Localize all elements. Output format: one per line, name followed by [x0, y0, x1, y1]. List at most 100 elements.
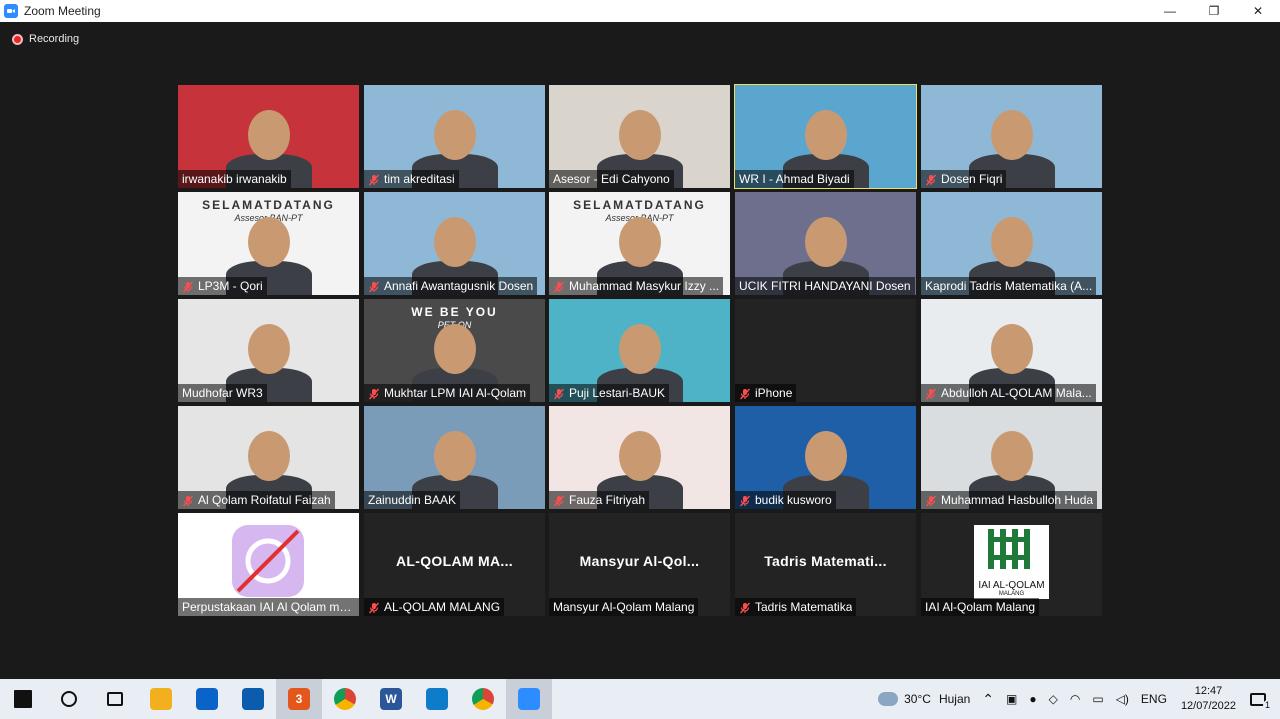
word-icon[interactable]: W — [368, 679, 414, 719]
participant-name-label: iPhone — [735, 384, 797, 402]
close-button[interactable]: ✕ — [1236, 0, 1280, 22]
file-explorer-icon[interactable] — [138, 679, 184, 719]
participant-name-label: Tadris Matematika — [735, 598, 857, 616]
chrome-profile-icon[interactable] — [460, 679, 506, 719]
participant-tile[interactable]: UCIK FITRI HANDAYANI Dosen — [735, 192, 916, 295]
participant-name-label: Zainuddin BAAK — [364, 491, 461, 509]
weather-widget[interactable]: 30°C Hujan — [878, 692, 970, 706]
camera-off-avatar-icon — [232, 525, 304, 597]
participant-head — [990, 110, 1033, 160]
clock-date: 12/07/2022 — [1180, 700, 1236, 712]
participant-tile[interactable]: Al Qolam Roifatul Faizah — [178, 406, 359, 509]
minimize-button[interactable]: — — [1148, 0, 1192, 22]
participant-tile[interactable]: AL-QOLAM MA... AL-QOLAM MALANG — [364, 513, 545, 616]
participant-tile[interactable]: budik kusworo — [735, 406, 916, 509]
notification-center-icon[interactable]: 1 — [1250, 692, 1272, 710]
task-view-icon[interactable] — [92, 679, 138, 719]
virtual-background-banner: WE BE YOU — [411, 305, 498, 319]
participant-tile[interactable]: Annafi Awantagusnik Dosen — [364, 192, 545, 295]
store-icon[interactable] — [230, 679, 276, 719]
participant-name-label: Fauza Fitriyah — [549, 491, 650, 509]
mail-icon-glyph — [196, 688, 218, 710]
participant-tile[interactable]: irwanakib irwanakib — [178, 85, 359, 188]
participant-name: Tadris Matematika — [755, 600, 853, 614]
file-explorer-icon-glyph — [150, 688, 172, 710]
telegram-icon-glyph: 3 — [288, 688, 310, 710]
participant-name: Al Qolam Roifatul Faizah — [198, 493, 331, 507]
participant-name: Annafi Awantagusnik Dosen — [384, 279, 534, 293]
participant-name: Dosen Fiqri — [941, 172, 1003, 186]
participant-tile[interactable]: SELAMATDATANG Assesor BAN-PT Muhammad Masy… — [549, 192, 730, 295]
language-indicator[interactable]: ENG — [1141, 692, 1167, 706]
participant-tile[interactable]: Puji Lestari-BAUK — [549, 299, 730, 402]
windows-start-icon[interactable] — [0, 679, 46, 719]
participant-name: Asesor - Edi Cahyono — [553, 172, 670, 186]
participant-tile[interactable]: SELAMATDATANG Assesor BAN-PT LP3M - Qori — [178, 192, 359, 295]
participant-head — [433, 431, 476, 481]
participant-tile[interactable]: Zainuddin BAAK — [364, 406, 545, 509]
participant-head — [247, 324, 290, 374]
participant-tile[interactable]: Abdulloh AL-QOLAM Mala... — [921, 299, 1102, 402]
participant-tile[interactable]: WR I - Ahmad Biyadi — [734, 84, 917, 189]
mail-icon[interactable] — [184, 679, 230, 719]
participant-name: Kaprodi Tadris Matematika (A... — [925, 279, 1093, 293]
participant-tile[interactable]: IAI AL-QOLAM MALANG IAI Al-Qolam Malang — [921, 513, 1102, 616]
participant-tile[interactable]: Dosen Fiqri — [921, 85, 1102, 188]
participant-tile[interactable]: iPhone — [735, 299, 916, 402]
mic-muted-icon — [368, 601, 380, 614]
participant-display-name: AL-QOLAM MA... — [396, 553, 513, 569]
iai-al-qolam-logo: IAI AL-QOLAM MALANG — [974, 525, 1049, 599]
participant-tile[interactable]: Perpustakaan IAI Al Qolam ma... — [178, 513, 359, 616]
maximize-button[interactable]: ❐ — [1192, 0, 1236, 22]
participant-tile[interactable]: Asesor - Edi Cahyono — [549, 85, 730, 188]
clock[interactable]: 12:47 12/07/2022 — [1181, 684, 1236, 714]
participant-head — [804, 110, 847, 160]
participant-name-label: irwanakib irwanakib — [178, 170, 291, 188]
bluetooth-icon[interactable]: ◇ — [1049, 692, 1058, 706]
participant-head — [618, 324, 661, 374]
mic-muted-icon — [553, 280, 565, 293]
participant-name-label: Mudhofar WR3 — [178, 384, 267, 402]
participant-tile[interactable]: Kaprodi Tadris Matematika (A... — [921, 192, 1102, 295]
participant-name-label: LP3M - Qori — [178, 277, 267, 295]
mic-muted-icon — [182, 280, 194, 293]
participant-name-label: Dosen Fiqri — [921, 170, 1007, 188]
title-bar: Zoom Meeting — ❐ ✕ — [0, 0, 1280, 22]
participant-tile[interactable]: tim akreditasi — [364, 85, 545, 188]
participant-tile[interactable]: Tadris Matemati... Tadris Matematika — [735, 513, 916, 616]
participant-name-label: AL-QOLAM MALANG — [364, 598, 505, 616]
search-icon[interactable] — [46, 679, 92, 719]
chrome-icon[interactable] — [322, 679, 368, 719]
zoom-icon[interactable] — [506, 679, 552, 719]
participant-name: iPhone — [755, 386, 793, 400]
clock-time: 12:47 — [1194, 685, 1223, 697]
participant-tile[interactable]: Mudhofar WR3 — [178, 299, 359, 402]
participant-name: AL-QOLAM MALANG — [384, 600, 501, 614]
mic-muted-icon — [739, 601, 751, 614]
participant-tile[interactable]: Muhammad Hasbulloh Huda — [921, 406, 1102, 509]
participant-name: Zainuddin BAAK — [368, 493, 457, 507]
recording-indicator[interactable]: Recording — [12, 33, 79, 45]
participant-name-label: Abdulloh AL-QOLAM Mala... — [921, 384, 1096, 402]
microphone-icon[interactable]: ● — [1029, 692, 1036, 706]
participant-name-label: IAI Al-Qolam Malang — [921, 598, 1040, 616]
mic-muted-icon — [553, 494, 565, 507]
wifi-icon[interactable]: ◠ — [1070, 692, 1080, 706]
edge-icon[interactable] — [414, 679, 460, 719]
window-title: Zoom Meeting — [24, 4, 101, 18]
participant-tile[interactable]: Mansyur Al-Qol... Mansyur Al-Qolam Malang — [549, 513, 730, 616]
participant-head — [990, 324, 1033, 374]
participant-tile[interactable]: Fauza Fitriyah — [549, 406, 730, 509]
battery-icon[interactable]: ▭ — [1092, 692, 1103, 706]
mic-muted-icon — [925, 173, 937, 186]
mic-muted-icon — [553, 387, 565, 400]
participant-name: Muhammad Masykur Izzy ... — [569, 279, 720, 293]
mic-muted-icon — [739, 387, 751, 400]
participant-name: budik kusworo — [755, 493, 832, 507]
tray-chevron-icon[interactable]: ⌃ — [982, 691, 994, 708]
recording-dot-icon — [12, 33, 23, 45]
volume-icon[interactable]: ◁) — [1116, 692, 1129, 706]
telegram-icon[interactable]: 3 — [276, 679, 322, 719]
participant-tile[interactable]: WE BE YOUPET ONMukhtar LPM IAI Al-Qolam — [364, 299, 545, 402]
tray-app-icon[interactable]: ▣ — [1006, 692, 1017, 706]
